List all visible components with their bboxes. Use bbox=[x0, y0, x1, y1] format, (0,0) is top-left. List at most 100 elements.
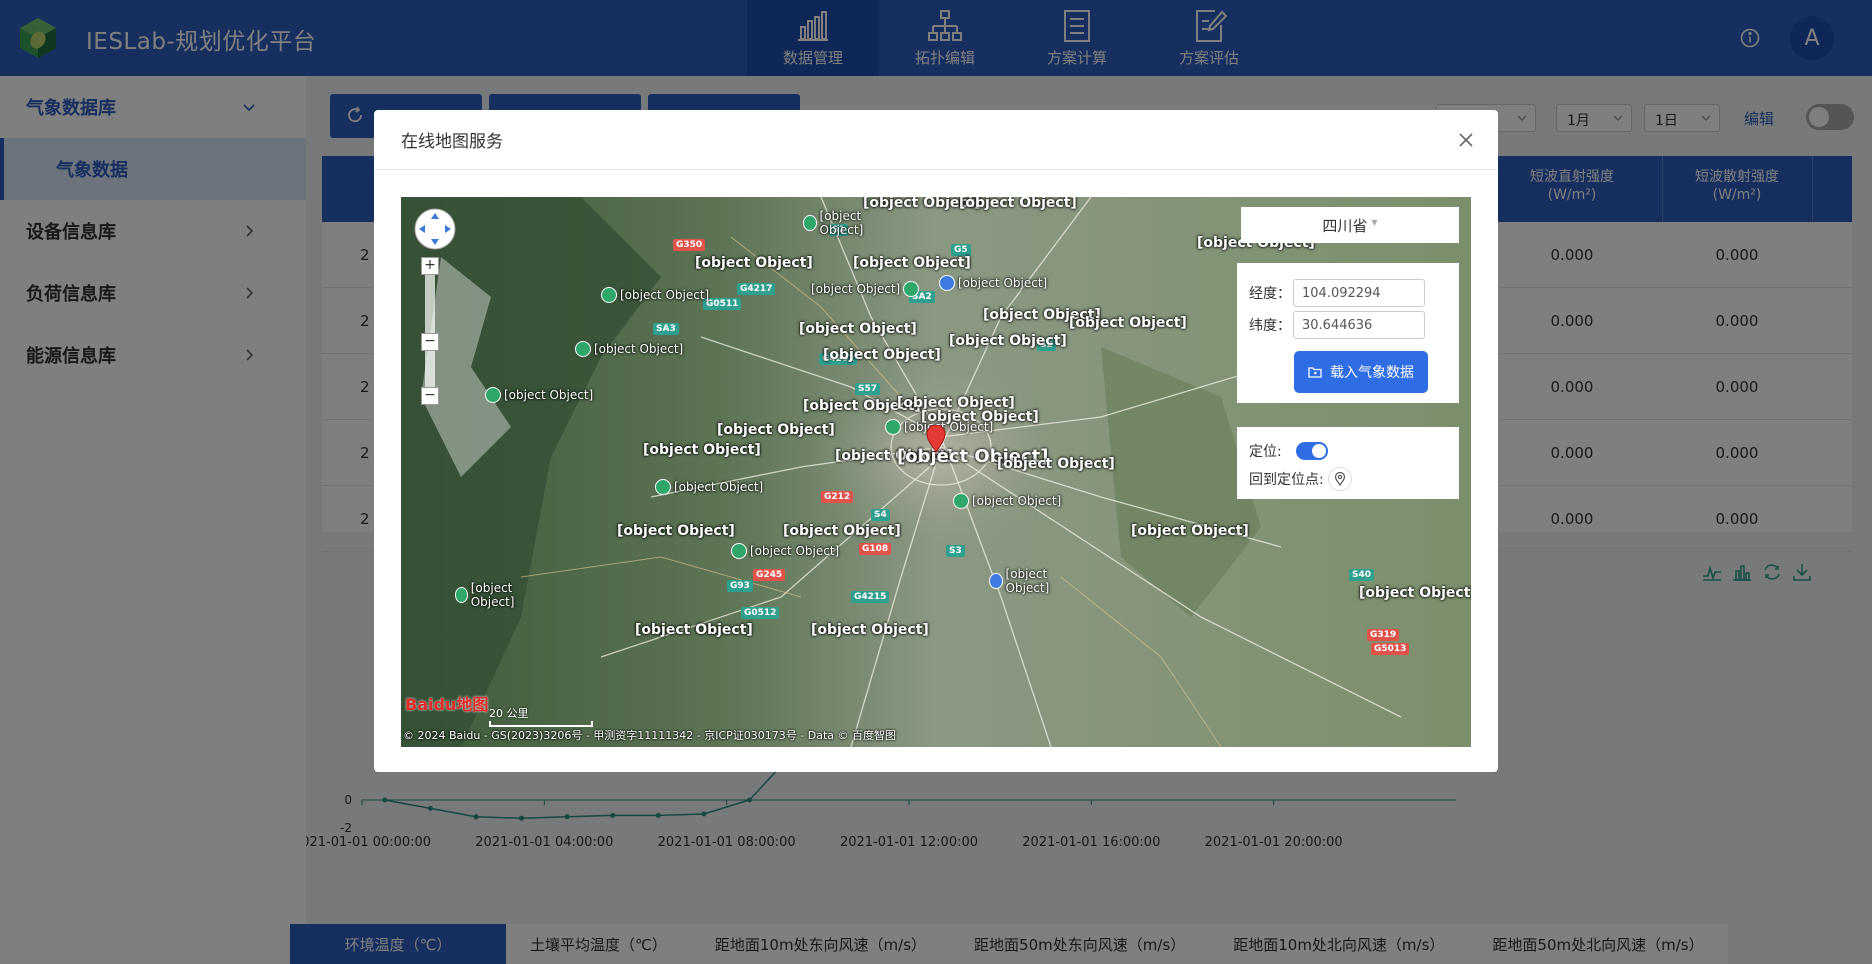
zoom-out-button[interactable]: − bbox=[421, 387, 439, 405]
road-shield: S57 bbox=[855, 383, 881, 395]
poi-label: [object Object] bbox=[594, 342, 684, 356]
locate-panel: 定位: 回到定位点: bbox=[1237, 427, 1459, 499]
map-place: [object Object] bbox=[617, 523, 735, 539]
map-poi: [object Object] bbox=[485, 387, 593, 403]
airport-icon bbox=[989, 573, 1003, 589]
pan-control-icon[interactable] bbox=[413, 207, 457, 251]
road-shield: S4 bbox=[871, 509, 890, 521]
road-shield: SA3 bbox=[653, 323, 679, 335]
map-place: [object Object] bbox=[643, 442, 761, 458]
map-place: [object Object] bbox=[1359, 585, 1471, 601]
scenic-spot-icon bbox=[455, 587, 468, 603]
map-modal: 在线地图服务 G350 S1 G5 G4217 G0511 SA3 SA2 G4… bbox=[374, 110, 1498, 772]
map-place: [object Object] bbox=[799, 321, 917, 337]
poi-label: [object Object] bbox=[750, 544, 840, 558]
road-shield: G245 bbox=[753, 569, 786, 581]
province-value: 四川省 bbox=[1322, 216, 1368, 235]
locate-label: 定位: bbox=[1249, 444, 1282, 460]
map-place: [object Object] bbox=[1131, 523, 1249, 539]
return-row: 回到定位点: bbox=[1249, 467, 1352, 491]
poi-label: [object Object] bbox=[470, 581, 515, 609]
poi-label: [object Object] bbox=[904, 420, 994, 434]
scenic-spot-icon bbox=[803, 215, 817, 231]
map-poi: [object Object] bbox=[953, 493, 1061, 509]
road-shield: G4217 bbox=[737, 283, 776, 295]
latitude-input[interactable] bbox=[1293, 311, 1425, 339]
map-place: [object Object] bbox=[811, 622, 929, 638]
scenic-spot-icon bbox=[953, 493, 969, 509]
road-shield: G212 bbox=[821, 491, 854, 503]
poi-label: [object Object] bbox=[958, 276, 1048, 290]
zoom-handle[interactable]: − bbox=[421, 333, 439, 351]
baidu-map-logo: Baidu地图 bbox=[405, 695, 489, 714]
poi-label: [object Object] bbox=[1005, 567, 1050, 595]
caret-down-icon: ▼ bbox=[1371, 217, 1378, 227]
scenic-spot-icon bbox=[601, 287, 617, 303]
locate-row: 定位: bbox=[1249, 441, 1328, 461]
modal-title: 在线地图服务 bbox=[401, 132, 503, 152]
folder-import-icon bbox=[1308, 367, 1322, 378]
map-place: [object Object] bbox=[959, 197, 1077, 211]
scenic-spot-icon bbox=[575, 341, 591, 357]
road-shield: G0512 bbox=[741, 607, 780, 619]
scenic-spot-icon bbox=[731, 543, 747, 559]
airport-icon bbox=[939, 275, 955, 291]
map-poi: [object Object] bbox=[803, 209, 893, 237]
longitude-input[interactable] bbox=[1293, 279, 1425, 307]
poi-label: [object Object] bbox=[819, 209, 864, 237]
map-poi: [object Object] bbox=[989, 567, 1079, 595]
coordinate-panel: 经度： 纬度： 载入气象数据 bbox=[1237, 263, 1459, 403]
return-label: 回到定位点: bbox=[1249, 472, 1324, 488]
location-pin-icon bbox=[1334, 472, 1345, 486]
province-select[interactable]: 四川省 ▼ bbox=[1241, 207, 1459, 243]
map-copyright: © 2024 Baidu - GS(2023)3206号 - 甲测资字11111… bbox=[403, 729, 897, 742]
zoom-in-button[interactable]: + bbox=[421, 257, 439, 275]
map-place: [object Object] bbox=[1069, 315, 1187, 331]
map-scale-label: 20 公里 bbox=[489, 707, 529, 720]
poi-label: [object Object] bbox=[620, 288, 710, 302]
map-poi: [object Object] bbox=[939, 275, 1047, 291]
map-place: [object Object] bbox=[717, 422, 835, 438]
map-poi: [object Object] bbox=[655, 479, 763, 495]
location-marker-icon[interactable] bbox=[926, 425, 946, 453]
close-icon[interactable] bbox=[1458, 132, 1474, 148]
latitude-label: 纬度： bbox=[1249, 318, 1291, 334]
zoom-slider[interactable] bbox=[425, 257, 435, 397]
modal-header: 在线地图服务 bbox=[374, 110, 1498, 170]
road-shield: G350 bbox=[673, 239, 706, 251]
map-poi: [object Object] bbox=[575, 341, 683, 357]
locate-toggle[interactable] bbox=[1295, 442, 1328, 460]
road-shield: G5013 bbox=[1371, 643, 1410, 655]
latitude-row: 纬度： bbox=[1249, 311, 1425, 339]
map-poi: [object Object] bbox=[601, 287, 709, 303]
poi-label: [object Object] bbox=[674, 480, 764, 494]
scenic-spot-icon bbox=[903, 281, 920, 297]
return-to-location-button[interactable] bbox=[1327, 467, 1352, 491]
map-place: [object Object] bbox=[823, 347, 941, 363]
road-shield: G93 bbox=[727, 580, 753, 592]
map-place: [object Object] bbox=[783, 523, 901, 539]
map-view[interactable]: G350 S1 G5 G4217 G0511 SA3 SA2 G4202 S57… bbox=[401, 197, 1471, 747]
scenic-spot-icon bbox=[655, 479, 671, 495]
road-shield: S40 bbox=[1349, 569, 1375, 581]
road-shield: G319 bbox=[1367, 629, 1400, 641]
road-shield: G108 bbox=[859, 543, 892, 555]
map-place: [object Object] bbox=[997, 456, 1115, 472]
poi-label: [object Object] bbox=[972, 494, 1062, 508]
map-poi: [object Object] bbox=[731, 543, 839, 559]
map-place: [object Object] bbox=[853, 255, 971, 271]
longitude-row: 经度： bbox=[1249, 279, 1425, 307]
road-shield: S3 bbox=[946, 545, 965, 557]
map-poi: [object Object] bbox=[811, 281, 922, 297]
map-place: [object Object] bbox=[695, 255, 813, 271]
scenic-spot-icon bbox=[485, 387, 501, 403]
longitude-label: 经度： bbox=[1249, 286, 1291, 302]
load-button-label: 载入气象数据 bbox=[1330, 365, 1414, 381]
poi-label: [object Object] bbox=[811, 282, 901, 296]
map-poi: [object Object] bbox=[455, 581, 539, 609]
map-place: [object Object] bbox=[635, 622, 753, 638]
load-weather-data-button[interactable]: 载入气象数据 bbox=[1294, 351, 1428, 393]
scenic-spot-icon bbox=[885, 419, 901, 435]
poi-label: [object Object] bbox=[504, 388, 594, 402]
map-place: [object Object] bbox=[949, 333, 1067, 349]
